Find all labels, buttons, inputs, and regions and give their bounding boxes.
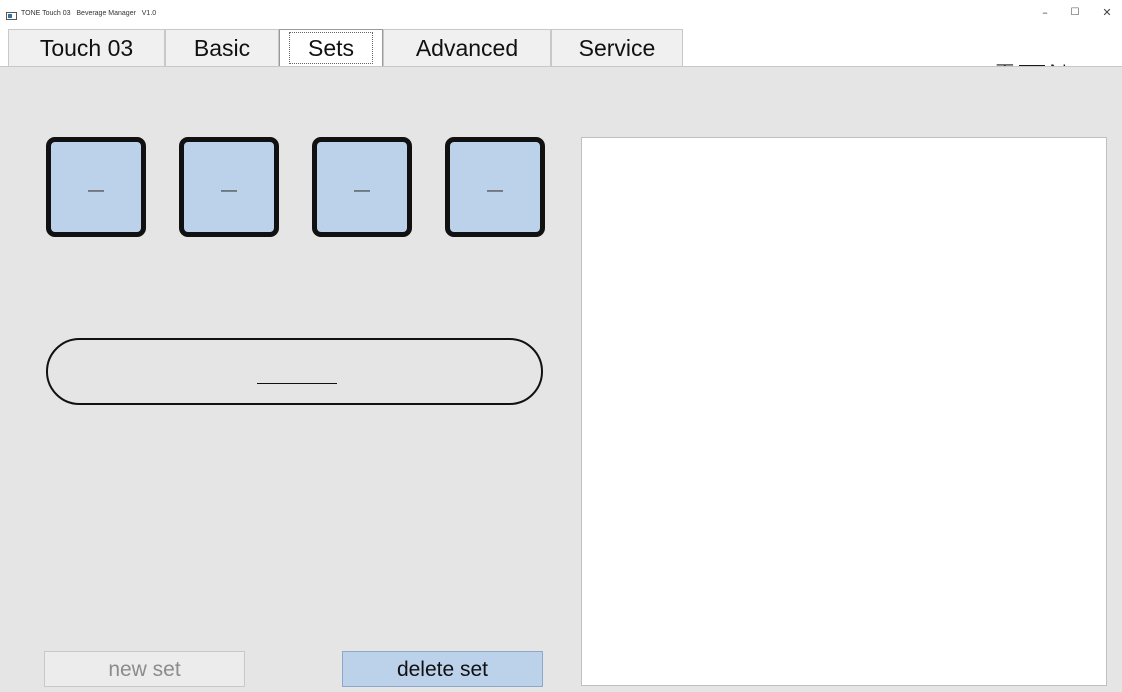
slot-label: —	[487, 182, 503, 199]
beverage-slot-4[interactable]: —	[445, 137, 545, 237]
tab-label: Touch 03	[39, 35, 134, 61]
slot-label: —	[221, 182, 237, 199]
tab-label: Service	[578, 35, 656, 61]
tab-label: Sets	[288, 32, 374, 64]
tab-service[interactable]: Service	[551, 29, 683, 66]
minimize-button[interactable]: –	[1030, 6, 1060, 20]
beverage-slot-2[interactable]: —	[179, 137, 279, 237]
beverage-slot-3[interactable]: —	[312, 137, 412, 237]
tab-advanced[interactable]: Advanced	[383, 29, 551, 66]
tab-bar: Touch 03 Basic Sets Advanced Service TN≡	[0, 29, 1122, 93]
new-set-button[interactable]: new set	[44, 651, 245, 687]
slot-label: —	[354, 182, 370, 199]
set-name-underline	[257, 383, 337, 384]
window-title: TONE Touch 03 Beverage Manager V1.0	[21, 10, 157, 17]
maximize-button[interactable]: ☐	[1060, 6, 1090, 20]
beverage-slot-1[interactable]: —	[46, 137, 146, 237]
close-button[interactable]: ✕	[1092, 6, 1122, 20]
tab-label: Advanced	[415, 35, 519, 61]
app-icon	[6, 12, 17, 20]
title-bar: TONE Touch 03 Beverage Manager V1.0 – ☐ …	[0, 0, 1122, 24]
tab-touch-03[interactable]: Touch 03	[8, 29, 165, 66]
tab-basic[interactable]: Basic	[165, 29, 279, 66]
tab-sets[interactable]: Sets	[279, 29, 383, 67]
set-name-field[interactable]	[46, 338, 543, 405]
slot-label: —	[88, 182, 104, 199]
tab-label: Basic	[193, 35, 251, 61]
delete-set-button[interactable]: delete set	[342, 651, 543, 687]
sets-list-panel[interactable]	[581, 137, 1107, 686]
